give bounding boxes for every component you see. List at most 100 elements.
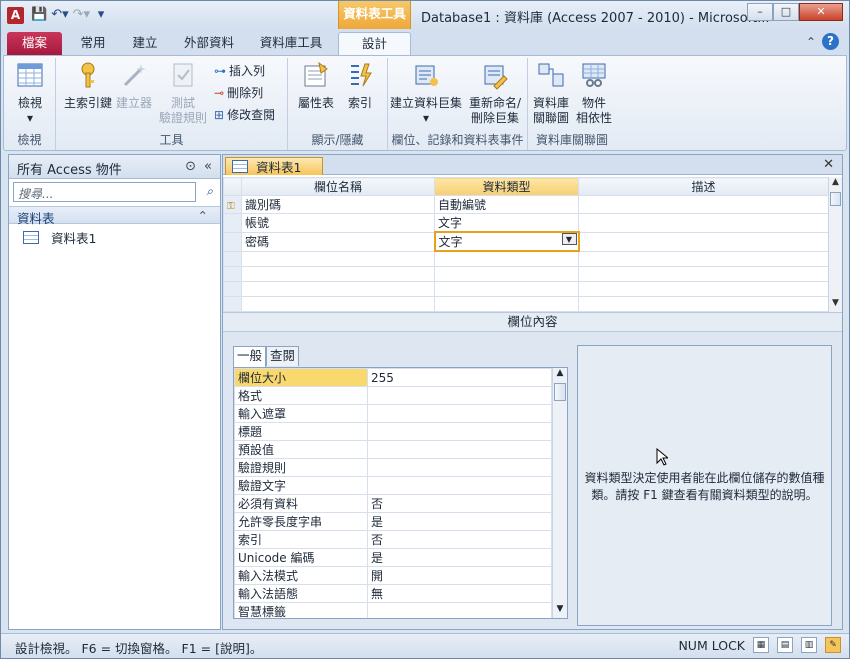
customize-qat-icon[interactable]: ▾ <box>94 7 108 22</box>
minimize-ribbon-icon[interactable]: ⌃ <box>806 35 816 49</box>
primary-key-button[interactable]: 主索引鍵 <box>62 60 114 111</box>
property-value[interactable]: 是 <box>367 512 552 531</box>
property-row[interactable]: Unicode 編碼是 <box>234 548 552 567</box>
pivotchart-view-icon[interactable]: ▥ <box>801 637 817 653</box>
undo-icon[interactable]: ↶▾ <box>51 7 68 22</box>
shutter-bar-close-icon[interactable]: « <box>204 159 212 174</box>
row-selector[interactable]: ⚿ <box>223 195 242 214</box>
property-value[interactable]: 255 <box>367 368 552 387</box>
create-data-macros-button[interactable]: 建立資料巨集 ▾ <box>390 60 462 126</box>
tab-home[interactable]: 常用 <box>71 32 115 55</box>
scroll-up-icon[interactable]: ▲ <box>829 177 842 191</box>
column-header-description[interactable]: 描述 <box>578 177 829 196</box>
property-value[interactable]: 否 <box>367 530 552 549</box>
description-cell[interactable] <box>578 195 829 214</box>
property-value[interactable] <box>367 440 552 459</box>
tab-database-tools[interactable]: 資料庫工具 <box>251 32 331 55</box>
property-value[interactable]: 否 <box>367 494 552 513</box>
view-button[interactable]: 檢視 ▾ <box>10 60 50 126</box>
datasheet-view-icon[interactable]: ▦ <box>753 637 769 653</box>
redo-icon[interactable]: ↷▾ <box>73 7 90 22</box>
tab-external-data[interactable]: 外部資料 <box>175 32 243 55</box>
property-row[interactable]: 標題 <box>234 422 552 441</box>
document-tab-table1[interactable]: 資料表1 <box>225 157 323 175</box>
property-row[interactable]: 輸入法模式開 <box>234 566 552 585</box>
row-selector[interactable] <box>223 213 242 233</box>
property-value[interactable] <box>367 422 552 441</box>
save-icon[interactable]: 💾 <box>31 7 47 22</box>
tab-design[interactable]: 設計 <box>338 32 411 55</box>
description-cell[interactable] <box>578 213 829 233</box>
property-row[interactable]: 預設值 <box>234 440 552 459</box>
access-app-icon[interactable]: A <box>7 7 24 24</box>
field-name-cell[interactable]: 密碼 <box>241 231 435 252</box>
property-row[interactable]: 輸入遮罩 <box>234 404 552 423</box>
nav-menu-chevron-icon[interactable]: ⊙ <box>185 159 196 174</box>
nav-group-tables[interactable]: 資料表 ⌃ <box>9 206 220 226</box>
scroll-down-icon[interactable]: ▼ <box>553 604 567 618</box>
indexes-button[interactable]: 索引 <box>340 60 380 111</box>
nav-header[interactable]: 所有 Access 物件 ⊙ « <box>9 155 220 179</box>
description-cell[interactable] <box>578 231 829 252</box>
property-value[interactable] <box>367 404 552 423</box>
property-value[interactable] <box>367 458 552 477</box>
delete-rows-button[interactable]: ⊸ 刪除列 <box>214 84 263 102</box>
tab-file[interactable]: 檔案 <box>7 32 62 55</box>
property-row[interactable]: 允許零長度字串是 <box>234 512 552 531</box>
minimize-button[interactable]: – <box>747 3 773 21</box>
property-row[interactable]: 驗證文字 <box>234 476 552 495</box>
table-row[interactable]: 帳號 文字 <box>223 213 829 233</box>
design-view-icon[interactable]: ✎ <box>825 637 841 653</box>
scroll-up-icon[interactable]: ▲ <box>553 368 567 382</box>
property-value[interactable] <box>367 476 552 495</box>
property-value[interactable] <box>367 386 552 405</box>
property-value[interactable]: 無 <box>367 584 552 603</box>
nav-item-table1[interactable]: 資料表1 <box>9 224 220 251</box>
property-row[interactable]: 驗證規則 <box>234 458 552 477</box>
object-dependencies-button[interactable]: 物件 相依性 <box>574 60 614 126</box>
data-type-cell[interactable]: 文字 <box>434 213 579 233</box>
row-selector-current[interactable] <box>223 231 242 252</box>
relationships-button[interactable]: 資料庫 關聯圖 <box>530 60 572 126</box>
close-document-icon[interactable]: ✕ <box>823 157 834 172</box>
insert-rows-button[interactable]: ⊶ 插入列 <box>214 62 265 80</box>
grid-vertical-scrollbar[interactable]: ▲ ▼ <box>828 177 842 312</box>
table-row[interactable]: 密碼 文字 ▼ <box>223 231 829 252</box>
scroll-down-icon[interactable]: ▼ <box>829 298 842 312</box>
search-icon[interactable]: ⌕ <box>206 184 213 199</box>
property-sheet-button[interactable]: 屬性表 <box>294 60 338 111</box>
property-row[interactable]: 輸入法語態無 <box>234 584 552 603</box>
property-row[interactable]: 智慧標籤 <box>234 602 552 618</box>
property-value[interactable]: 開 <box>367 566 552 585</box>
column-header-data-type[interactable]: 資料類型 <box>434 177 579 196</box>
property-row[interactable]: 格式 <box>234 386 552 405</box>
scroll-thumb[interactable] <box>830 192 841 206</box>
pivottable-view-icon[interactable]: ▤ <box>777 637 793 653</box>
collapse-group-icon[interactable]: ⌃ <box>198 208 208 223</box>
scroll-thumb[interactable] <box>554 383 566 401</box>
tab-general[interactable]: 一般 <box>233 346 267 367</box>
builder-button[interactable]: 建立器 <box>114 60 154 111</box>
property-row[interactable]: 必須有資料否 <box>234 494 552 513</box>
tab-create[interactable]: 建立 <box>123 32 167 55</box>
dropdown-arrow-icon[interactable]: ▼ <box>561 234 577 245</box>
modify-lookups-button[interactable]: ⊞ 修改查閱 <box>214 106 275 124</box>
test-validation-rules-button[interactable]: 測試 驗證規則 <box>154 60 212 126</box>
nav-search-input[interactable]: 搜尋... ⌕ <box>13 182 213 202</box>
field-name-cell[interactable]: 帳號 <box>241 213 435 233</box>
close-button[interactable]: ✕ <box>799 3 843 21</box>
tab-lookup[interactable]: 查閱 <box>266 346 300 366</box>
property-value[interactable] <box>367 602 552 618</box>
table-row[interactable]: ⚿ 識別碼 自動編號 <box>223 195 829 214</box>
properties-scrollbar[interactable]: ▲ ▼ <box>552 368 567 618</box>
rename-delete-macro-button[interactable]: 重新命名/刪除巨集 <box>464 60 526 126</box>
column-header-field-name[interactable]: 欄位名稱 <box>241 177 435 196</box>
property-value[interactable]: 是 <box>367 548 552 567</box>
help-icon[interactable]: ? <box>822 33 839 50</box>
field-name-cell[interactable]: 識別碼 <box>241 195 435 214</box>
data-type-cell[interactable]: 自動編號 <box>434 195 579 214</box>
property-row[interactable]: 欄位大小 255 <box>234 368 552 387</box>
data-type-dropdown[interactable]: 文字 ▼ <box>433 231 580 252</box>
property-row[interactable]: 索引否 <box>234 530 552 549</box>
maximize-button[interactable]: □ <box>773 3 799 21</box>
